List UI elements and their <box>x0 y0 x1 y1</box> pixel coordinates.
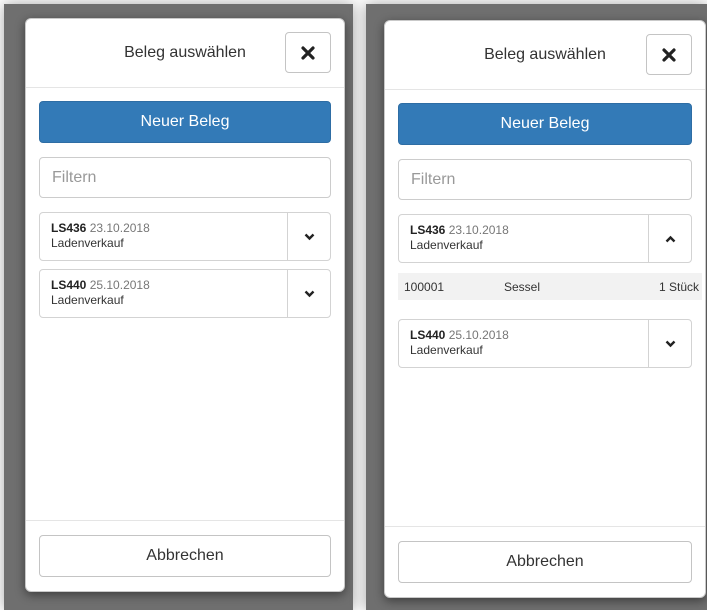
select-document-dialog-collapsed: Beleg auswählen Neuer Beleg LS436 23.10.… <box>25 18 345 592</box>
document-position-row: 100001 Sessel 1 Stück <box>398 273 702 300</box>
expand-toggle-button[interactable] <box>648 320 691 367</box>
document-list-item[interactable]: LS440 25.10.2018 Ladenverkauf <box>39 269 331 318</box>
dialog-footer: Abbrechen <box>26 520 344 591</box>
document-info: LS436 23.10.2018 Ladenverkauf <box>51 221 150 251</box>
document-date: 25.10.2018 <box>89 278 150 292</box>
close-icon <box>662 47 676 62</box>
expand-toggle-button[interactable] <box>287 213 330 260</box>
document-list-item[interactable]: LS440 25.10.2018 Ladenverkauf <box>398 319 692 368</box>
new-document-button[interactable]: Neuer Beleg <box>398 103 692 145</box>
dialog-header: Beleg auswählen <box>385 21 705 90</box>
document-date: 23.10.2018 <box>89 221 150 235</box>
filter-input[interactable] <box>398 159 692 200</box>
document-type: Ladenverkauf <box>51 293 124 307</box>
document-list-item[interactable]: LS436 23.10.2018 Ladenverkauf <box>39 212 331 261</box>
new-document-button[interactable]: Neuer Beleg <box>39 101 331 143</box>
article-quantity: 1 Stück <box>658 280 699 294</box>
article-name: Sessel <box>504 280 541 294</box>
article-number: 100001 <box>404 280 445 294</box>
cancel-button[interactable]: Abbrechen <box>398 541 692 583</box>
cancel-button[interactable]: Abbrechen <box>39 535 331 577</box>
select-document-dialog-expanded: Beleg auswählen Neuer Beleg LS436 23.10.… <box>384 20 706 598</box>
filter-input[interactable] <box>39 157 331 198</box>
chevron-down-icon <box>665 340 675 347</box>
document-type: Ladenverkauf <box>410 343 483 357</box>
close-button[interactable] <box>646 34 692 75</box>
document-date: 25.10.2018 <box>448 328 509 342</box>
document-type: Ladenverkauf <box>410 238 483 252</box>
document-number: LS440 <box>410 328 446 342</box>
chevron-down-icon <box>304 233 314 240</box>
document-info: LS440 25.10.2018 Ladenverkauf <box>51 278 150 308</box>
expand-toggle-button[interactable] <box>287 270 330 317</box>
document-type: Ladenverkauf <box>51 236 124 250</box>
collapse-toggle-button[interactable] <box>648 215 691 262</box>
dialog-header: Beleg auswählen <box>26 19 344 88</box>
close-icon <box>301 45 315 60</box>
document-date: 23.10.2018 <box>448 223 509 237</box>
document-number: LS436 <box>51 221 87 235</box>
document-number: LS440 <box>51 278 87 292</box>
document-info: LS436 23.10.2018 Ladenverkauf <box>410 223 509 253</box>
document-list-item[interactable]: LS436 23.10.2018 Ladenverkauf <box>398 214 692 263</box>
chevron-down-icon <box>304 290 314 297</box>
document-number: LS436 <box>410 223 446 237</box>
document-info: LS440 25.10.2018 Ladenverkauf <box>410 328 509 358</box>
dialog-footer: Abbrechen <box>385 526 705 597</box>
close-button[interactable] <box>285 32 331 73</box>
chevron-up-icon <box>665 235 675 242</box>
